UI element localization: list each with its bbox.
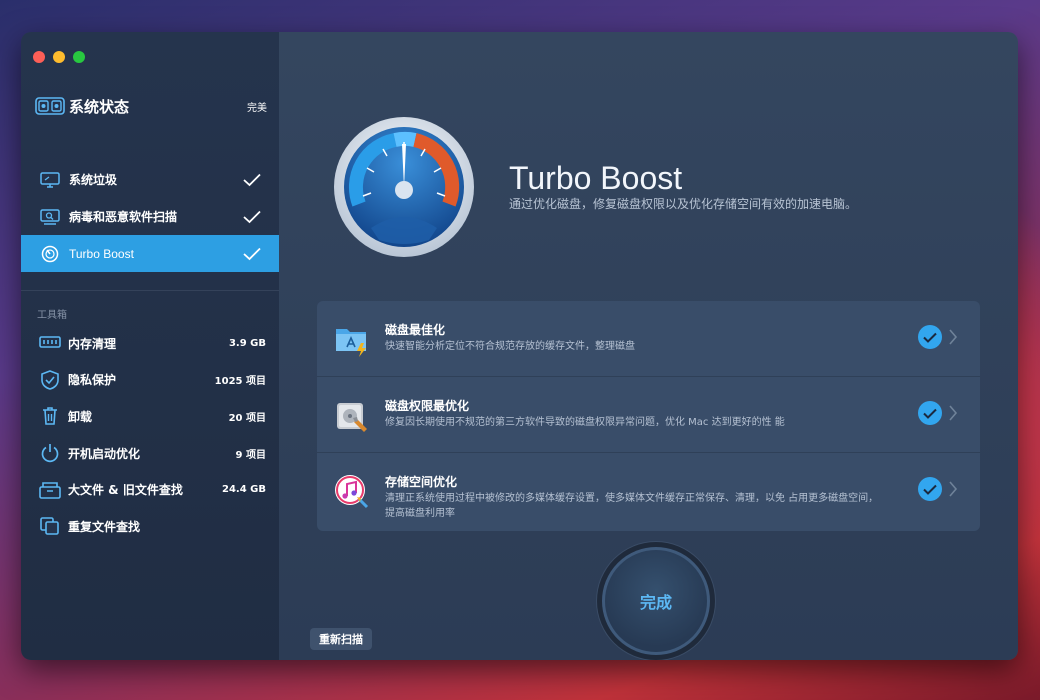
monitor-status-icon bbox=[35, 97, 65, 115]
tool-item-value: 20 项目 bbox=[228, 412, 266, 424]
sidebar: 系统状态 完美 系统垃圾 病毒和恶意软件扫描 Turbo Boost 工具箱 内… bbox=[21, 32, 279, 660]
tool-item-label: 重复文件查找 bbox=[68, 519, 141, 534]
tool-item-duplicates[interactable]: 重复文件查找 bbox=[21, 508, 279, 545]
main-panel: Turbo Boost 通过优化磁盘，修复磁盘权限以及优化存储空间有效的加速电脑… bbox=[279, 32, 1018, 660]
item-description: 清理正系统使用过程中被修改的多媒体缓存设置，使多媒体文件缓存正常保存、清理，以免… bbox=[385, 493, 879, 519]
nav-item-label: 病毒和恶意软件扫描 bbox=[69, 210, 178, 224]
system-status-value: 完美 bbox=[247, 102, 267, 114]
tool-item-label: 开机启动优化 bbox=[68, 446, 141, 461]
checkmark-icon bbox=[243, 173, 261, 186]
monitor-icon bbox=[40, 171, 60, 189]
toolbox-heading: 工具箱 bbox=[37, 310, 67, 321]
checkmark-icon bbox=[243, 210, 261, 223]
list-item-disk-optimize[interactable]: 磁盘最佳化 快速智能分析定位不符合规范存放的缓存文件，整理磁盘 bbox=[317, 301, 980, 377]
rescan-button[interactable]: 重新扫描 bbox=[310, 628, 372, 650]
window-controls bbox=[33, 51, 85, 63]
system-status[interactable]: 系统状态 完美 bbox=[35, 94, 267, 118]
list-item-disk-permissions[interactable]: 磁盘权限最优化 修复因长期使用不规范的第三方软件导致的磁盘权限异常问题，优化 M… bbox=[317, 377, 980, 453]
nav-item-system-junk[interactable]: 系统垃圾 bbox=[21, 161, 279, 198]
music-icon bbox=[335, 475, 369, 509]
speedometer-icon bbox=[40, 245, 60, 263]
tool-item-memory-clean[interactable]: 内存清理 3.9 GB bbox=[21, 325, 279, 362]
tool-item-label: 大文件 & 旧文件查找 bbox=[68, 483, 183, 498]
tool-item-label: 内存清理 bbox=[68, 336, 117, 351]
nav-item-label: 系统垃圾 bbox=[69, 173, 118, 187]
tool-item-value: 9 项目 bbox=[235, 449, 266, 461]
item-description: 快速智能分析定位不符合规范存放的缓存文件，整理磁盘 bbox=[385, 341, 635, 352]
tool-item-privacy[interactable]: 隐私保护 1025 项目 bbox=[21, 362, 279, 399]
item-title: 磁盘权限最优化 bbox=[385, 399, 470, 413]
tool-item-startup[interactable]: 开机启动优化 9 项目 bbox=[21, 435, 279, 472]
checkmark-icon bbox=[918, 477, 942, 501]
zoom-window-button[interactable] bbox=[73, 51, 85, 63]
memory-icon bbox=[39, 333, 61, 353]
scan-icon bbox=[40, 208, 60, 226]
folder-app-icon bbox=[336, 329, 366, 357]
tool-item-value: 3.9 GB bbox=[228, 337, 266, 349]
tool-item-value: 24.4 GB bbox=[222, 484, 266, 496]
tool-item-value: 1025 项目 bbox=[214, 376, 266, 388]
page-subtitle: 通过优化磁盘，修复磁盘权限以及优化存储空间有效的加速电脑。 bbox=[509, 197, 858, 211]
shield-icon bbox=[39, 370, 61, 390]
toolbox-list: 内存清理 3.9 GB 隐私保护 1025 项目 卸载 20 项目 开机启动优化… bbox=[21, 325, 279, 545]
system-status-title: 系统状态 bbox=[69, 97, 130, 116]
chevron-right-icon[interactable] bbox=[948, 328, 958, 346]
tool-item-label: 隐私保护 bbox=[68, 373, 117, 388]
minimize-window-button[interactable] bbox=[53, 51, 65, 63]
list-item-storage-optimize[interactable]: 存储空间优化 清理正系统使用过程中被修改的多媒体缓存设置，使多媒体文件缓存正常保… bbox=[317, 453, 980, 531]
nav-item-malware-scan[interactable]: 病毒和恶意软件扫描 bbox=[21, 198, 279, 235]
checkmark-icon bbox=[918, 401, 942, 425]
trash-icon bbox=[39, 406, 61, 426]
item-description: 修复因长期使用不规范的第三方软件导致的磁盘权限异常问题，优化 Mac 达到更好的… bbox=[385, 417, 785, 428]
turbo-gauge-icon bbox=[333, 116, 475, 258]
power-icon bbox=[39, 443, 61, 463]
item-title: 磁盘最佳化 bbox=[385, 323, 446, 337]
scan-nav: 系统垃圾 病毒和恶意软件扫描 Turbo Boost bbox=[21, 161, 279, 272]
checkmark-icon bbox=[243, 247, 261, 260]
chevron-right-icon[interactable] bbox=[948, 404, 958, 422]
page-title: Turbo Boost bbox=[509, 160, 683, 196]
item-title: 存储空间优化 bbox=[385, 475, 458, 489]
tool-item-uninstall[interactable]: 卸载 20 项目 bbox=[21, 398, 279, 435]
tool-item-large-files[interactable]: 大文件 & 旧文件查找 24.4 GB bbox=[21, 471, 279, 508]
box-icon bbox=[39, 480, 61, 500]
tool-item-label: 卸载 bbox=[68, 409, 93, 424]
duplicate-icon bbox=[39, 516, 61, 536]
sidebar-divider bbox=[21, 290, 279, 291]
nav-item-turbo-boost[interactable]: Turbo Boost bbox=[21, 235, 279, 272]
done-button[interactable]: 完成 bbox=[602, 547, 710, 655]
checkmark-icon bbox=[918, 325, 942, 349]
disk-utility-icon bbox=[337, 403, 367, 432]
optimization-list: 磁盘最佳化 快速智能分析定位不符合规范存放的缓存文件，整理磁盘 磁盘权限最优化 bbox=[317, 301, 980, 531]
app-window: 系统状态 完美 系统垃圾 病毒和恶意软件扫描 Turbo Boost 工具箱 内… bbox=[21, 32, 1018, 660]
nav-item-label: Turbo Boost bbox=[69, 246, 134, 261]
chevron-right-icon[interactable] bbox=[948, 480, 958, 498]
close-window-button[interactable] bbox=[33, 51, 45, 63]
